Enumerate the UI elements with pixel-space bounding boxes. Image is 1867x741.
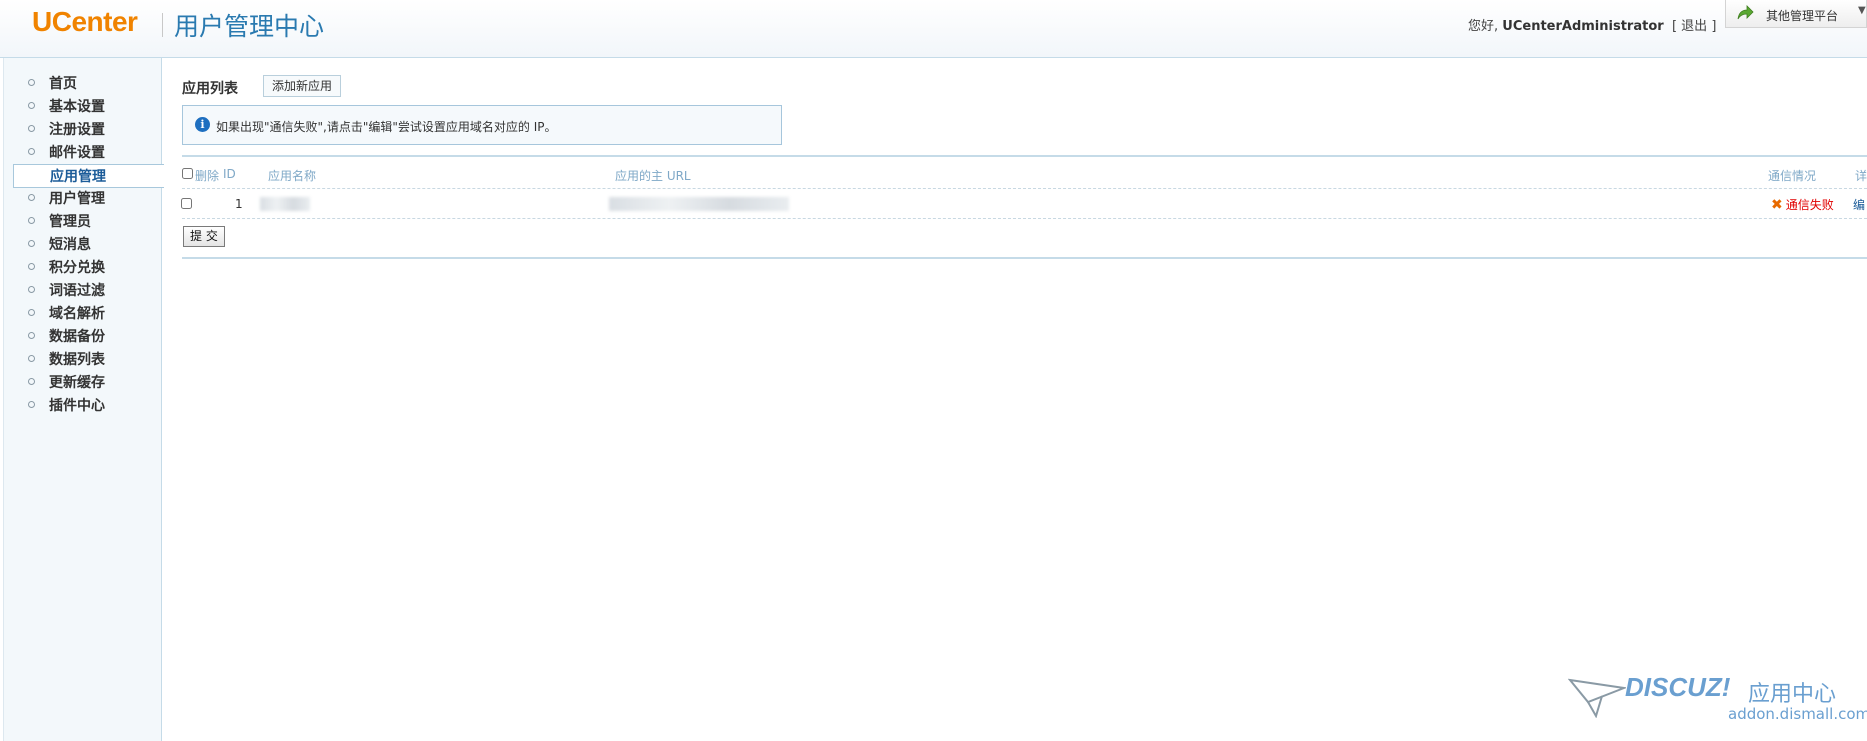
greeting-text: 您好,	[1468, 19, 1499, 34]
sidebar-item-label: 更新缓存	[49, 375, 105, 391]
discuz-watermark: DISCUZ! 应用中心 addon.dismall.com	[1567, 672, 1867, 732]
sidebar-item-label: 短消息	[49, 237, 91, 253]
other-platforms-label: 其他管理平台	[1766, 9, 1839, 23]
add-app-button[interactable]: 添加新应用	[263, 75, 342, 97]
sidebar-item-label: 插件中心	[49, 398, 105, 414]
status-badge: ✖ 通信失败	[1771, 196, 1834, 213]
notice-text: 如果出现"通信失败",请点击"编辑"尝试设置应用域名对应的 IP。	[216, 120, 557, 134]
sidebar-item-basic-settings[interactable]: 基本设置	[13, 95, 163, 119]
sidebar-item-label: 管理员	[49, 214, 91, 230]
sidebar-item-dns[interactable]: 域名解析	[13, 302, 163, 326]
col-name-header: 应用名称	[268, 169, 317, 183]
col-delete-header: 删除	[195, 169, 220, 183]
bullet-icon	[28, 239, 35, 247]
app-url-redacted	[609, 197, 789, 211]
sidebar-item-user-management[interactable]: 用户管理	[13, 187, 163, 211]
bullet-icon	[28, 262, 35, 270]
ucenter-logo[interactable]: UCenter	[32, 6, 138, 38]
sidebar-item-label: 基本设置	[49, 99, 105, 115]
col-url-header: 应用的主 URL	[615, 169, 691, 183]
row-divider	[182, 218, 1867, 219]
sidebar-item-label: 数据备份	[49, 329, 105, 345]
bullet-icon	[28, 78, 35, 86]
sidebar-item-label: 数据列表	[49, 352, 105, 368]
bullet-icon	[28, 124, 35, 132]
bullet-icon	[28, 331, 35, 339]
app-name-redacted	[260, 197, 310, 211]
sidebar-item-label: 词语过滤	[49, 283, 105, 299]
other-platforms-dropdown[interactable]: 其他管理平台 ▼	[1725, 0, 1867, 28]
notice-box: i 如果出现"通信失败",请点击"编辑"尝试设置应用域名对应的 IP。	[182, 105, 782, 145]
sidebar-item-word-filter[interactable]: 词语过滤	[13, 279, 163, 303]
sidebar-item-mail-settings[interactable]: 邮件设置	[13, 141, 163, 165]
col-detail-header: 详	[1855, 169, 1867, 183]
watermark-brand: DISCUZ!	[1625, 672, 1731, 702]
username: UCenterAdministrator	[1502, 19, 1664, 34]
sidebar-item-label: 用户管理	[49, 191, 105, 207]
header-divider	[182, 188, 1867, 189]
col-status-header: 通信情况	[1768, 169, 1817, 183]
user-bar: 您好, UCenterAdministrator [ 退出 ]	[1468, 15, 1716, 34]
sidebar-item-app-management[interactable]: 应用管理	[13, 164, 164, 188]
sidebar-item-label: 域名解析	[49, 306, 105, 322]
paper-plane-icon	[1567, 674, 1628, 721]
bracket-open: [	[1671, 19, 1678, 34]
sidebar-item-backup[interactable]: 数据备份	[13, 325, 163, 349]
row-id: 1	[235, 197, 243, 211]
status-text: 通信失败	[1785, 198, 1834, 212]
main-content: 应用列表 添加新应用 i 如果出现"通信失败",请点击"编辑"尝试设置应用域名对…	[162, 58, 1867, 741]
sidebar-item-plugins[interactable]: 插件中心	[13, 394, 163, 418]
page-title: 用户管理中心	[174, 12, 325, 41]
bullet-icon	[28, 354, 35, 362]
sidebar-item-label: 应用管理	[50, 169, 106, 185]
watermark-brand-cn: 应用中心	[1748, 682, 1837, 707]
select-all-checkbox[interactable]	[182, 168, 193, 179]
sidebar-item-home[interactable]: 首页	[13, 72, 163, 96]
table-top-border	[182, 155, 1867, 157]
table-bottom-border	[182, 257, 1867, 259]
chevron-down-icon: ▼	[1858, 5, 1866, 16]
top-header: UCenter 用户管理中心 您好, UCenterAdministrator …	[0, 0, 1867, 58]
bullet-icon	[28, 216, 35, 224]
row-delete-checkbox[interactable]	[181, 198, 192, 209]
sidebar: 首页 基本设置 注册设置 邮件设置 应用管理 用户管理 管理员 短消息 积分兑换…	[3, 58, 164, 741]
bullet-icon	[28, 193, 35, 201]
bullet-icon	[28, 400, 35, 408]
fail-x-icon: ✖	[1771, 197, 1783, 213]
sidebar-item-register-settings[interactable]: 注册设置	[13, 118, 163, 142]
bracket-close: ]	[1711, 19, 1717, 34]
sidebar-item-administrators[interactable]: 管理员	[13, 210, 163, 234]
logo-divider	[162, 13, 163, 37]
sidebar-item-messages[interactable]: 短消息	[13, 233, 163, 257]
logout-link[interactable]: 退出	[1681, 19, 1707, 34]
share-arrow-icon	[1736, 5, 1754, 24]
bullet-icon	[28, 101, 35, 109]
col-id-header: ID	[223, 167, 236, 181]
sidebar-item-label: 首页	[49, 76, 77, 92]
sidebar-item-data-list[interactable]: 数据列表	[13, 348, 163, 372]
edit-link[interactable]: 编	[1853, 196, 1867, 213]
bullet-icon	[28, 377, 35, 385]
bullet-icon	[28, 285, 35, 293]
section-title: 应用列表	[182, 81, 238, 97]
submit-button[interactable]: 提 交	[183, 226, 225, 247]
sidebar-item-update-cache[interactable]: 更新缓存	[13, 371, 163, 395]
sidebar-item-credit-exchange[interactable]: 积分兑换	[13, 256, 163, 280]
watermark-url: addon.dismall.com	[1728, 705, 1867, 723]
bullet-icon	[28, 308, 35, 316]
sidebar-item-label: 注册设置	[49, 122, 105, 138]
info-icon: i	[195, 117, 210, 132]
bullet-icon	[28, 147, 35, 155]
sidebar-item-label: 积分兑换	[49, 260, 105, 276]
sidebar-item-label: 邮件设置	[49, 145, 105, 161]
